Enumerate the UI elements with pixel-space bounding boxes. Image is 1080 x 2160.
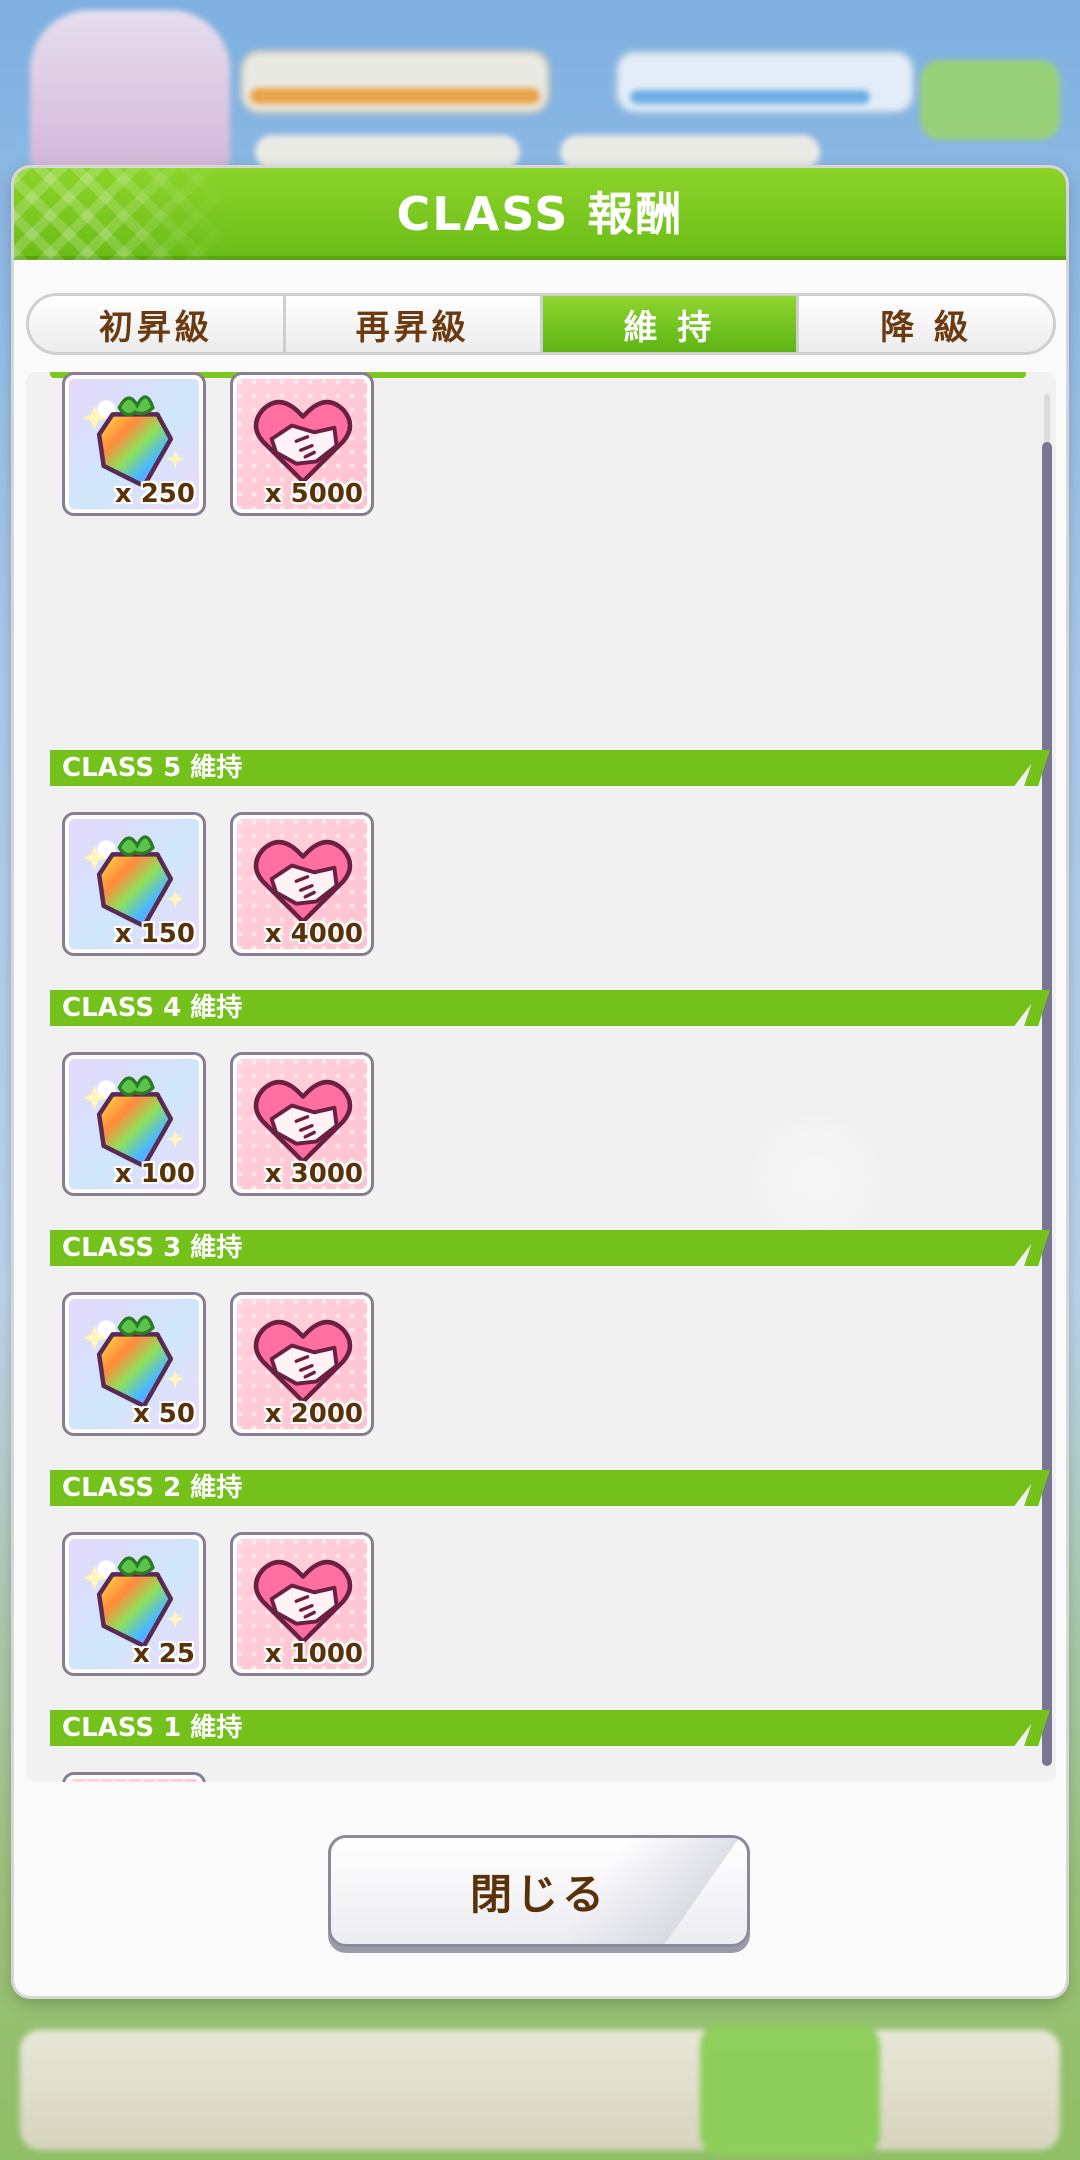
reward-quantity: x 5000 [264, 479, 363, 509]
background-rp-fill [630, 90, 870, 104]
reward-quantity: x 1000 [264, 1639, 363, 1669]
reward-quantity: x 250 [114, 479, 195, 509]
tab-demotion[interactable]: 降 級 [799, 296, 1053, 352]
tab-maintain[interactable]: 維 持 [542, 296, 800, 352]
close-button[interactable]: 閉じる [328, 1835, 750, 1947]
background-currency-pill [560, 135, 820, 169]
section-title: CLASS 4 維持 [62, 993, 243, 1023]
reward-item-support-pt[interactable]: x 1000 [230, 1532, 374, 1676]
background-rp-bar [615, 50, 915, 114]
reward-quantity: x 3000 [264, 1159, 363, 1189]
class-reward-dialog: CLASS 報酬 初昇級 再昇級 維 持 降 級 x 250 x 5000 CLAS… [14, 168, 1066, 1996]
reward-item-support-pt[interactable]: x 3000 [230, 1052, 374, 1196]
reward-quantity: x 100 [114, 1159, 195, 1189]
section-title: CLASS 5 維持 [62, 753, 243, 783]
tab-first-promotion[interactable]: 初昇級 [29, 296, 286, 352]
section-title: CLASS 1 維持 [62, 1713, 243, 1743]
background-bottom-nav [20, 2030, 1060, 2150]
reward-list[interactable]: x 250 x 5000 CLASS 5 維持 x 150 x 4000 CLASS 4 … [26, 372, 1056, 1782]
reward-tabs: 初昇級 再昇級 維 持 降 級 [26, 293, 1056, 355]
background-menu-button [920, 60, 1060, 140]
reward-item-support-pt[interactable]: x 5000 [230, 372, 374, 516]
reward-item-carat[interactable]: x 250 [62, 372, 206, 516]
reward-quantity: x 2000 [264, 1399, 363, 1429]
background-currency-pill [255, 135, 520, 169]
close-button-label: 閉じる [469, 1869, 608, 1919]
reward-quantity: x 25 [132, 1639, 195, 1669]
dialog-header: CLASS 報酬 [14, 168, 1066, 260]
background-bottom-nav-active [700, 2025, 880, 2155]
reward-quantity: x 4000 [264, 919, 363, 949]
tab-re-promotion[interactable]: 再昇級 [286, 296, 543, 352]
star-icon [752, 1114, 880, 1242]
reward-quantity: x 150 [114, 919, 195, 949]
dialog-title: CLASS 報酬 [396, 187, 684, 241]
reward-item-carat[interactable]: x 100 [62, 1052, 206, 1196]
reward-item-carat[interactable]: x 150 [62, 812, 206, 956]
section-title: CLASS 3 維持 [62, 1233, 243, 1263]
reward-item-carat[interactable]: x 50 [62, 1292, 206, 1436]
reward-item-carat[interactable]: x 25 [62, 1532, 206, 1676]
scrollbar-thumb[interactable] [1042, 442, 1052, 1766]
reward-item-support-pt[interactable]: x 2000 [230, 1292, 374, 1436]
reward-quantity: x 50 [132, 1399, 195, 1429]
background-stamina-bar [240, 50, 550, 114]
section-title: CLASS 2 維持 [62, 1473, 243, 1503]
background-stamina-fill [250, 88, 540, 104]
reward-item-support-pt[interactable]: x 4000 [230, 812, 374, 956]
background-building [30, 10, 230, 170]
reward-item-support-pt[interactable]: x 500 [62, 1772, 206, 1782]
